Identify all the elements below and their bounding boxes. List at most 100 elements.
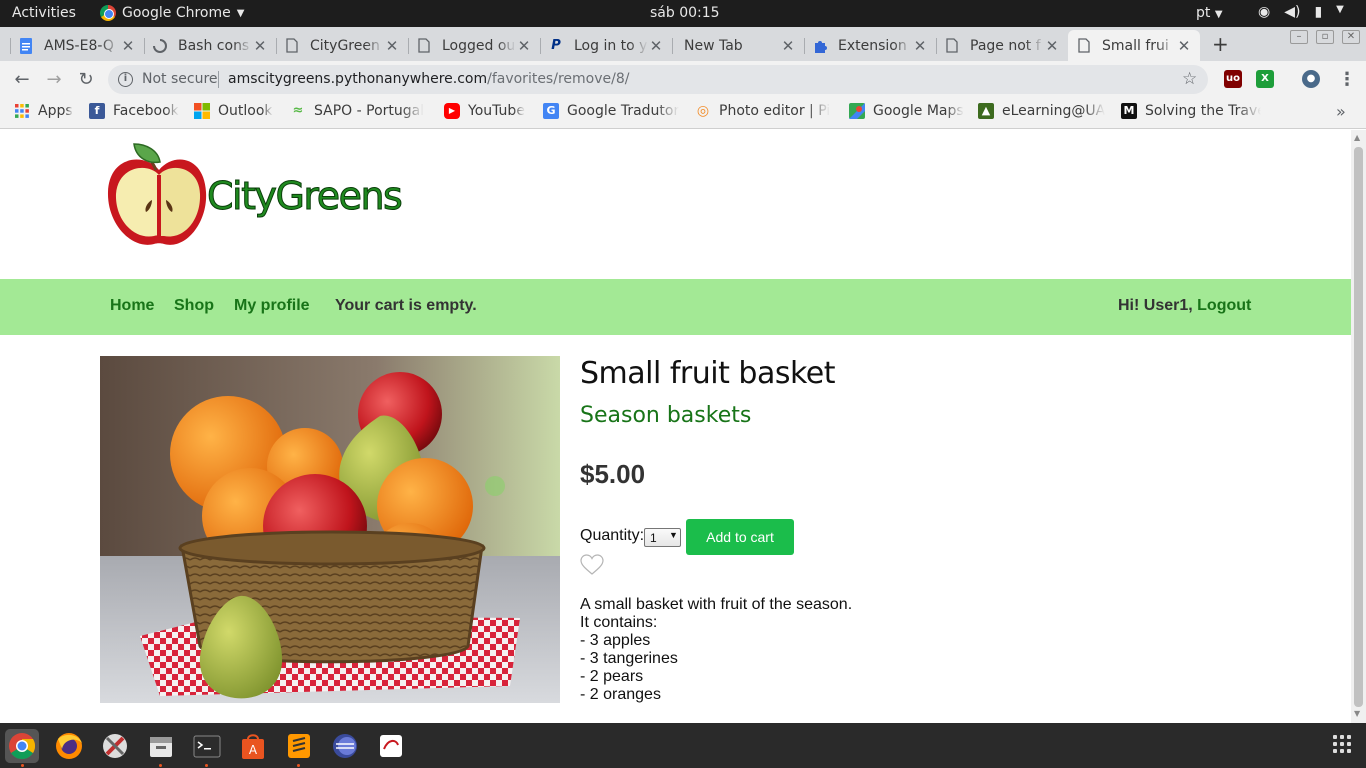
new-tab-button[interactable]: +: [1212, 32, 1229, 56]
bookmark-facebook[interactable]: f Facebook: [89, 103, 189, 119]
tab-small-fruit-basket[interactable]: Small frui ✕: [1068, 30, 1200, 61]
files-icon: [150, 737, 172, 757]
product-category[interactable]: Season baskets: [580, 403, 751, 428]
dock-sublime[interactable]: [282, 729, 316, 763]
maximize-button[interactable]: ▫: [1316, 30, 1334, 44]
close-icon[interactable]: ✕: [912, 37, 928, 55]
tab-ams[interactable]: AMS-E8-Q ✕: [10, 30, 144, 61]
app-menu[interactable]: Google Chrome ▼: [100, 5, 244, 21]
logout-link[interactable]: Logout: [1197, 297, 1251, 314]
dock-terminal[interactable]: [190, 729, 224, 763]
dock-files[interactable]: [144, 729, 178, 763]
tab-page-not-found[interactable]: Page not f ✕: [936, 30, 1068, 61]
system-tray[interactable]: ◉ ◀) ▮ ▼: [1258, 4, 1344, 20]
quantity-value: 1: [650, 531, 657, 545]
dock-app[interactable]: [374, 729, 408, 763]
close-window-button[interactable]: ✕: [1342, 30, 1360, 44]
running-indicator: [205, 764, 208, 767]
apple-logo-icon: [107, 143, 207, 245]
profile-avatar[interactable]: ●: [1302, 70, 1320, 88]
address-bar[interactable]: i Not secure amscitygreens.pythonanywher…: [108, 65, 1208, 94]
tab-title: AMS-E8-Q: [44, 37, 114, 54]
outlook-icon: [194, 103, 210, 119]
language-label: pt: [1196, 5, 1211, 21]
forward-button[interactable]: →: [44, 69, 64, 90]
language-indicator[interactable]: pt ▼: [1196, 5, 1223, 21]
scroll-down-icon[interactable]: ▼: [1354, 709, 1360, 718]
security-label[interactable]: Not secure: [142, 71, 218, 87]
bookmark-youtube[interactable]: ▶ YouTube: [444, 103, 534, 119]
page-scrollbar[interactable]: ▲ ▼: [1351, 130, 1366, 723]
close-icon[interactable]: ✕: [1176, 37, 1192, 55]
reload-button[interactable]: ↻: [76, 69, 96, 90]
url-text[interactable]: amscitygreens.pythonanywhere.com/favorit…: [228, 71, 629, 87]
dock-settings[interactable]: [98, 729, 132, 763]
dock-software-center[interactable]: A: [236, 729, 270, 763]
elearning-icon: ▲: [978, 103, 994, 119]
dock-firefox[interactable]: [52, 729, 86, 763]
scroll-up-icon[interactable]: ▲: [1354, 133, 1360, 142]
dock-eclipse[interactable]: [328, 729, 362, 763]
close-icon[interactable]: ✕: [384, 37, 400, 55]
bookmarks-overflow-icon[interactable]: »: [1336, 102, 1346, 121]
add-to-cart-button[interactable]: Add to cart: [686, 519, 794, 555]
close-icon[interactable]: ✕: [648, 37, 664, 55]
logo-text[interactable]: CityGreens: [206, 174, 403, 219]
firefox-icon: [56, 733, 82, 759]
bookmark-sapo[interactable]: ≈ SAPO - Portugal: [290, 103, 430, 119]
svg-text:A: A: [249, 743, 258, 757]
close-icon[interactable]: ✕: [780, 37, 796, 55]
tab-new-tab[interactable]: New Tab ✕: [672, 30, 804, 61]
nav-home-link[interactable]: Home: [110, 297, 154, 315]
loading-icon: [152, 38, 168, 54]
clock[interactable]: sáb 00:15: [650, 5, 720, 21]
bookmark-google-maps[interactable]: Google Maps: [849, 103, 969, 119]
dock-chrome[interactable]: [5, 729, 39, 763]
bookmark-apps[interactable]: Apps: [14, 103, 94, 119]
chrome-icon: [9, 733, 36, 760]
bookmark-outlook[interactable]: Outlook: [194, 103, 284, 119]
tab-title: Page not f: [970, 37, 1041, 54]
quantity-select[interactable]: 1 ▼: [644, 528, 681, 547]
bookmark-google-tradutor[interactable]: G Google Tradutor: [543, 103, 683, 119]
scrollbar-thumb[interactable]: [1354, 147, 1363, 707]
tab-citygreens[interactable]: CityGreen ✕: [276, 30, 408, 61]
bookmark-elearning[interactable]: ▲ eLearning@UA: [978, 103, 1112, 119]
excel-extension-icon[interactable]: X: [1256, 70, 1274, 88]
tab-title: Logged ou: [442, 37, 516, 54]
product-description: A small basket with fruit of the season.…: [580, 596, 852, 704]
ublock-icon[interactable]: uo: [1224, 70, 1242, 88]
tab-paypal[interactable]: P Log in to y ✕: [540, 30, 672, 61]
cart-status[interactable]: Your cart is empty.: [335, 297, 477, 315]
bookmark-photo-editor[interactable]: ◎ Photo editor | Pi: [695, 103, 835, 119]
bookmark-medium[interactable]: M Solving the Trave: [1121, 103, 1261, 119]
close-icon[interactable]: ✕: [516, 37, 532, 55]
bookmark-star-icon[interactable]: ☆: [1182, 69, 1197, 89]
close-icon[interactable]: ✕: [1044, 37, 1060, 55]
chrome-menu-icon[interactable]: ⋮: [1338, 69, 1356, 90]
medium-icon: M: [1121, 103, 1137, 119]
caret-down-icon: ▼: [1336, 4, 1344, 15]
minimize-button[interactable]: –: [1290, 30, 1308, 44]
translate-icon: G: [543, 103, 559, 119]
info-icon[interactable]: i: [118, 72, 133, 87]
show-applications-icon[interactable]: [1333, 735, 1351, 753]
tab-extensions[interactable]: Extension ✕: [804, 30, 936, 61]
youtube-icon: ▶: [444, 103, 460, 119]
facebook-icon: f: [89, 103, 105, 119]
url-host: amscitygreens.pythonanywhere.com: [228, 71, 488, 87]
app-icon: [380, 735, 402, 757]
bookmark-label: Apps: [38, 103, 73, 119]
back-button[interactable]: ←: [12, 69, 32, 90]
tab-logged-out[interactable]: Logged ou ✕: [408, 30, 540, 61]
close-icon[interactable]: ✕: [120, 37, 136, 55]
tab-title: Extension: [838, 37, 907, 54]
software-icon: A: [242, 734, 264, 759]
tab-bash[interactable]: Bash cons ✕: [144, 30, 276, 61]
nav-profile-link[interactable]: My profile: [234, 297, 310, 315]
activities-button[interactable]: Activities: [12, 5, 76, 21]
close-icon[interactable]: ✕: [252, 37, 268, 55]
caret-down-icon: ▼: [236, 7, 245, 19]
favorite-heart-icon[interactable]: [580, 554, 604, 576]
nav-shop-link[interactable]: Shop: [174, 297, 214, 315]
